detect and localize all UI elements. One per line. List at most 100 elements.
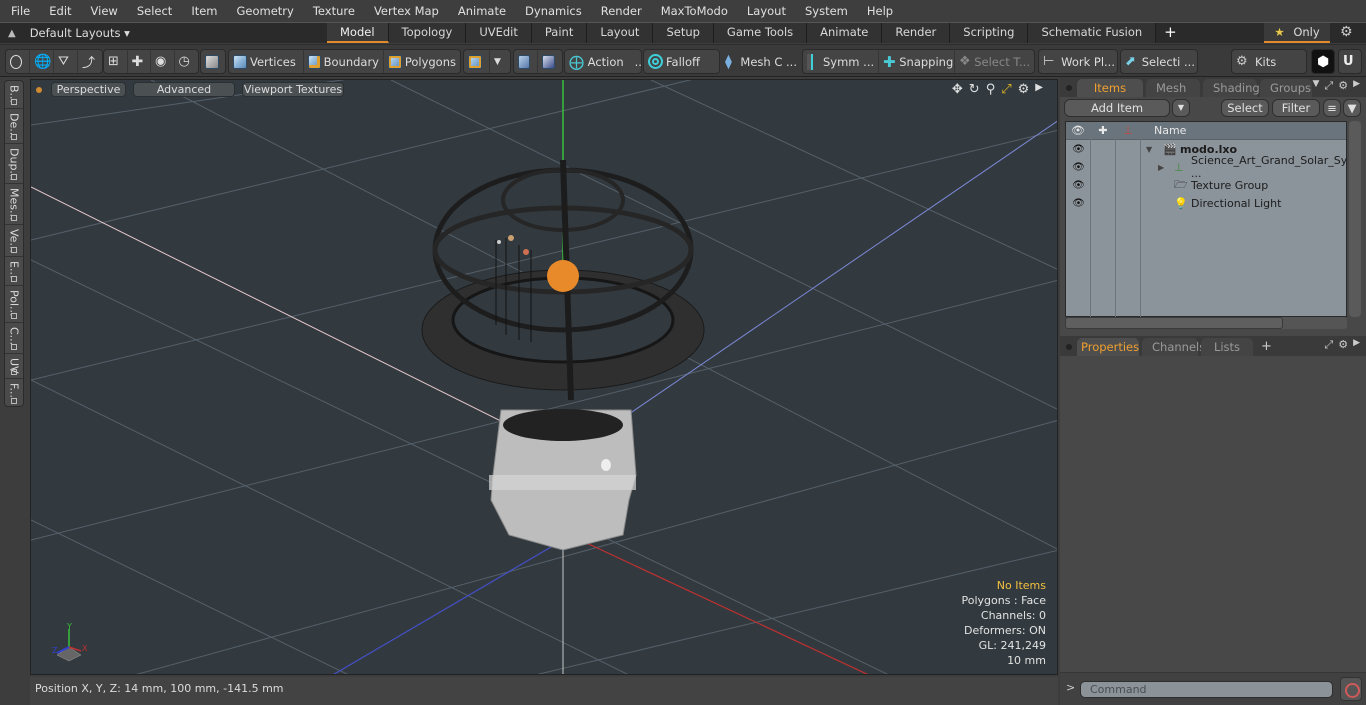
add-tab-button[interactable]: + bbox=[1261, 338, 1272, 356]
menu-layout[interactable]: Layout bbox=[736, 0, 794, 22]
left-tab-uv[interactable]: UV bbox=[5, 354, 23, 379]
add-item-dropdown[interactable]: ▼ bbox=[1172, 99, 1190, 117]
panel-arrow-icon[interactable]: ▶ bbox=[1353, 79, 1360, 93]
tabs-dropdown-icon[interactable]: ▼ bbox=[1312, 79, 1319, 93]
expand-arrow-icon[interactable]: ▼ bbox=[1146, 145, 1152, 154]
menu-maxtomodo[interactable]: MaxToModo bbox=[650, 0, 736, 22]
tree-row-directional-light[interactable]: 👁 💡 Directional Light bbox=[1066, 194, 1346, 212]
tab-channels[interactable]: Channels bbox=[1142, 338, 1205, 356]
tree-row-mesh[interactable]: 👁 ▶ ⊥ Science_Art_Grand_Solar_Sy ... bbox=[1066, 154, 1347, 180]
tab-shading[interactable]: Shading bbox=[1203, 79, 1260, 97]
add-item-button[interactable]: Add Item bbox=[1064, 99, 1170, 117]
tab-mesh[interactable]: Mesh ... bbox=[1146, 79, 1200, 113]
panel-gear-icon[interactable]: ⚙ bbox=[1338, 79, 1348, 93]
tree-options-button[interactable]: ≡ bbox=[1323, 99, 1341, 117]
tab-layout[interactable]: Layout bbox=[587, 23, 654, 43]
maximize-panel-icon[interactable]: ⤢ bbox=[1324, 79, 1333, 93]
work-plane-button[interactable]: ⊢ Work Pl... bbox=[1039, 50, 1119, 73]
collapse-arrow-icon[interactable]: ▶ bbox=[1158, 163, 1164, 172]
square-target-button[interactable]: ◉ bbox=[151, 50, 175, 73]
only-button[interactable]: ★ Only bbox=[1264, 23, 1330, 43]
falloff-button[interactable]: Falloff bbox=[644, 50, 719, 73]
menu-file[interactable]: File bbox=[0, 0, 38, 22]
tab-groups[interactable]: Groups bbox=[1260, 79, 1312, 97]
viewport-gear-icon[interactable]: ⚙ bbox=[1018, 82, 1030, 97]
kits-button[interactable]: ⚙ Kits bbox=[1232, 50, 1306, 73]
polygons-button[interactable]: Polygons bbox=[384, 50, 460, 73]
scrollbar-thumb[interactable] bbox=[1065, 317, 1283, 329]
pen-button[interactable]: ⛛ bbox=[54, 50, 78, 73]
select-circle-button[interactable] bbox=[6, 50, 30, 73]
left-tab-vertex[interactable]: Ve... bbox=[5, 225, 23, 257]
tree-vertical-scrollbar[interactable] bbox=[1349, 121, 1361, 317]
pan-icon[interactable]: ✥ bbox=[952, 82, 963, 97]
menu-geometry[interactable]: Geometry bbox=[226, 0, 302, 22]
3d-viewport[interactable]: Perspective Advanced Viewport Textures ✥… bbox=[30, 79, 1058, 675]
action-button[interactable]: ⨁ Action ... bbox=[565, 50, 646, 73]
add-tab-button[interactable]: + bbox=[1156, 23, 1185, 43]
command-input[interactable]: Command bbox=[1080, 681, 1333, 698]
material-dropdown[interactable]: ▼ bbox=[490, 50, 510, 73]
tree-horizontal-scrollbar[interactable] bbox=[1065, 317, 1347, 329]
globe-button[interactable]: 🌐 bbox=[30, 50, 54, 73]
left-tab-fusion[interactable]: F... bbox=[5, 379, 23, 407]
maximize-panel-icon[interactable]: ⤢ bbox=[1324, 338, 1333, 352]
layout-selector[interactable]: ▲ Default Layouts ▾ bbox=[8, 23, 130, 43]
item-mode-button[interactable] bbox=[201, 50, 226, 73]
viewport-menu-dot[interactable] bbox=[36, 86, 42, 93]
filter-button[interactable]: Filter bbox=[1272, 99, 1320, 117]
visibility-eye-icon[interactable]: 👁 bbox=[1066, 180, 1091, 191]
visibility-eye-icon[interactable]: 👁 bbox=[1066, 198, 1091, 209]
modo-logo-button[interactable]: ⬢ bbox=[1311, 49, 1335, 74]
left-tab-edge[interactable]: E... bbox=[5, 257, 23, 286]
gizmo-b-button[interactable] bbox=[538, 50, 562, 73]
tab-topology[interactable]: Topology bbox=[388, 23, 467, 43]
panel-arrow-icon[interactable]: ▶ bbox=[1353, 338, 1360, 352]
tab-animate[interactable]: Animate bbox=[807, 23, 883, 43]
vertices-button[interactable]: Vertices bbox=[229, 50, 304, 73]
select-button[interactable]: Select bbox=[1221, 99, 1269, 117]
menu-select[interactable]: Select bbox=[126, 0, 180, 22]
tab-paint[interactable]: Paint bbox=[531, 23, 588, 43]
rotate-icon[interactable]: ↻ bbox=[969, 82, 980, 97]
advanced-button[interactable]: Advanced bbox=[133, 82, 235, 97]
collapse-arrow-icon[interactable]: ▲ bbox=[8, 28, 16, 39]
snapping-button[interactable]: ✚ Snapping bbox=[879, 50, 955, 73]
menu-edit[interactable]: Edit bbox=[38, 0, 79, 22]
curve-button[interactable]: ⤴ bbox=[78, 50, 102, 73]
tab-game-tools[interactable]: Game Tools bbox=[713, 23, 808, 43]
menu-item[interactable]: Item bbox=[180, 0, 225, 22]
menu-system[interactable]: System bbox=[794, 0, 856, 22]
panel-menu-dot[interactable] bbox=[1066, 85, 1072, 91]
align-button[interactable]: ⊞ bbox=[104, 50, 128, 73]
menu-animate[interactable]: Animate bbox=[447, 0, 514, 22]
tab-model[interactable]: Model bbox=[327, 23, 389, 43]
menu-render[interactable]: Render bbox=[590, 0, 650, 22]
tab-scripting[interactable]: Scripting bbox=[950, 23, 1029, 43]
visibility-eye-icon[interactable]: 👁 bbox=[1066, 144, 1091, 155]
gear-icon[interactable]: ⚙ bbox=[1340, 24, 1353, 40]
left-tab-mesh-edit[interactable]: Mes... bbox=[5, 184, 23, 225]
tab-items[interactable]: Items bbox=[1077, 79, 1143, 97]
visibility-eye-icon[interactable]: 👁 bbox=[1066, 162, 1091, 173]
unreal-button[interactable]: U bbox=[1338, 49, 1362, 74]
viewport-expand-arrow-icon[interactable]: ▶ bbox=[1035, 82, 1043, 97]
left-tab-polygon[interactable]: Pol... bbox=[5, 286, 23, 323]
menu-vertex-map[interactable]: Vertex Map bbox=[363, 0, 447, 22]
tree-row-texture-group[interactable]: 👁 🗁 Texture Group bbox=[1066, 176, 1346, 194]
record-macro-button[interactable] bbox=[1340, 677, 1362, 701]
left-tab-duplicate[interactable]: Dup... bbox=[5, 144, 23, 184]
name-column-header[interactable]: Name bbox=[1141, 122, 1186, 139]
tab-setup[interactable]: Setup bbox=[653, 23, 714, 43]
panel-menu-dot[interactable] bbox=[1066, 344, 1072, 350]
perspective-button[interactable]: Perspective bbox=[51, 82, 126, 97]
menu-view[interactable]: View bbox=[80, 0, 126, 22]
left-tab-deform[interactable]: De... bbox=[5, 109, 23, 144]
gizmo-a-button[interactable] bbox=[514, 50, 538, 73]
selection-sets-button[interactable]: ⬈ Selecti ... bbox=[1121, 50, 1199, 73]
symmetry-button[interactable]: Symm ... bbox=[803, 50, 879, 73]
maximize-icon[interactable]: ⤢ bbox=[1001, 82, 1011, 97]
tab-lists[interactable]: Lists bbox=[1201, 338, 1253, 356]
boundary-button[interactable]: Boundary bbox=[304, 50, 384, 73]
menu-dynamics[interactable]: Dynamics bbox=[514, 0, 590, 22]
